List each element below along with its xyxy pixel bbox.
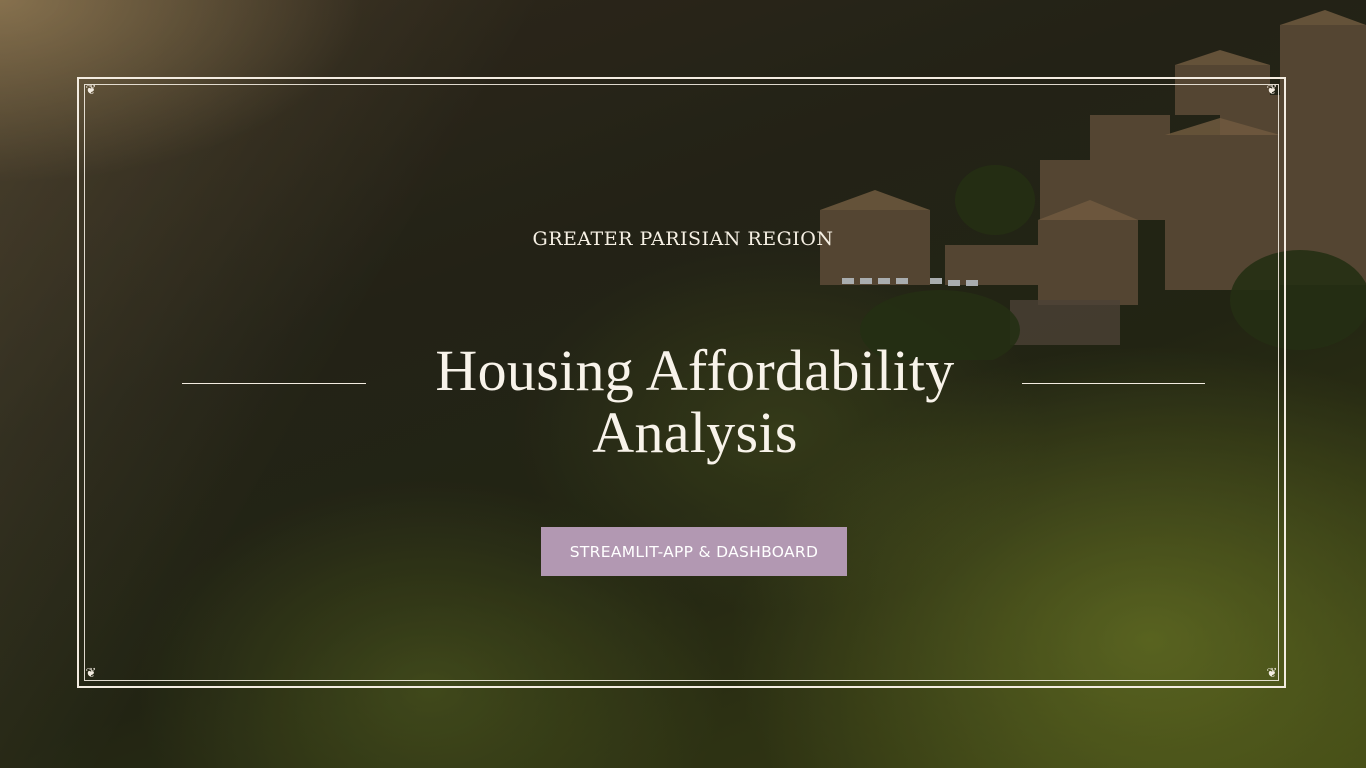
- slide-title: Housing Affordability Analysis: [0, 340, 1366, 464]
- corner-ornament-icon: ❦: [1266, 666, 1278, 681]
- corner-ornament-icon: ❦: [85, 666, 97, 681]
- slide-subtitle: GREATER PARISIAN REGION: [532, 228, 834, 250]
- title-slide: ❦ ❦ ❦ ❦ GREATER PARISIAN REGION Housing …: [0, 0, 1366, 768]
- slide-title-line2: Analysis: [592, 400, 798, 465]
- streamlit-app-badge: STREAMLIT-APP & DASHBOARD: [541, 527, 847, 576]
- corner-ornament-icon: ❦: [1266, 83, 1278, 98]
- corner-ornament-icon: ❦: [85, 83, 97, 98]
- slide-title-line1: Housing Affordability: [435, 338, 955, 403]
